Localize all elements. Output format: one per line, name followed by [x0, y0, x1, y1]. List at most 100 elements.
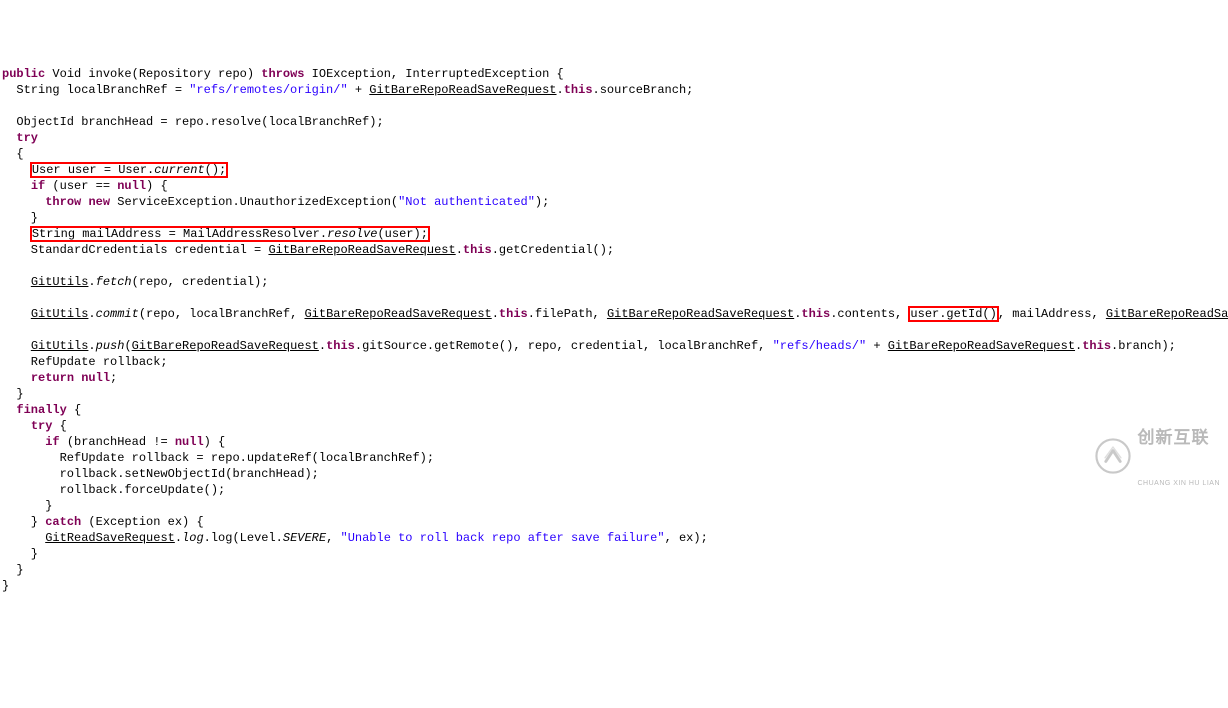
logo-text-pinyin: CHUANG XIN HU LIAN [1137, 480, 1220, 487]
text: } [2, 211, 38, 225]
text: { [52, 419, 66, 433]
text: (user == [45, 179, 117, 193]
text: IOException, InterruptedException { [304, 67, 563, 81]
text: { [2, 147, 24, 161]
keyword-new: new [88, 195, 110, 209]
keyword-this: this [463, 243, 492, 257]
keyword-null: null [81, 371, 110, 385]
text: String mailAddress = MailAddressResolver… [32, 227, 327, 241]
keyword-this: this [326, 339, 355, 353]
indent [2, 531, 45, 545]
text: Void invoke(Repository repo) [45, 67, 261, 81]
watermark-logo: 创新互联 CHUANG XIN HU LIAN [1078, 397, 1220, 519]
text: . [319, 339, 326, 353]
keyword-finally: finally [16, 403, 66, 417]
text: .sourceBranch; [593, 83, 694, 97]
keyword-null: null [175, 435, 204, 449]
string-literal: "refs/heads/" [773, 339, 867, 353]
class-ref: GitBareRepoReadSaveRequest [268, 243, 455, 257]
text: user.getId() [910, 307, 996, 321]
text: } [2, 579, 9, 593]
indent [2, 403, 16, 417]
indent [2, 371, 31, 385]
keyword-throws: throws [261, 67, 304, 81]
keyword-throw: throw [45, 195, 81, 209]
indent [2, 275, 31, 289]
keyword-if: if [45, 435, 59, 449]
text: (repo, credential); [132, 275, 269, 289]
text: . [88, 275, 95, 289]
text: (user); [377, 227, 427, 241]
static-call: resolve [327, 227, 377, 241]
class-ref: GitUtils [31, 339, 89, 353]
text: . [88, 307, 95, 321]
class-ref: GitBareRepoReadSaveRequest [304, 307, 491, 321]
keyword-this: this [564, 83, 593, 97]
indent [2, 179, 31, 193]
text: } [2, 499, 52, 513]
text: .branch); [1111, 339, 1176, 353]
keyword-try: try [31, 419, 53, 433]
text: . [492, 307, 499, 321]
text: ) { [146, 179, 168, 193]
highlighted-user-current: User user = User.current(); [31, 163, 227, 177]
text: . [175, 531, 182, 545]
static-call: current [154, 163, 204, 177]
text: User user = User. [32, 163, 154, 177]
text: (repo, localBranchRef, [139, 307, 305, 321]
string-literal: "Unable to roll back repo after save fai… [341, 531, 665, 545]
static-call: commit [96, 307, 139, 321]
text: ); [535, 195, 549, 209]
text: , ex); [665, 531, 708, 545]
indent [2, 435, 45, 449]
logo-icon [1078, 422, 1132, 494]
text: ObjectId branchHead = repo.resolve(local… [2, 115, 384, 129]
static-field: SEVERE [283, 531, 326, 545]
text: , mailAddress, [998, 307, 1106, 321]
text: ServiceException.UnauthorizedException( [110, 195, 398, 209]
class-ref: GitBareRepoReadSaveRequest [888, 339, 1075, 353]
keyword-public: public [2, 67, 45, 81]
indent [2, 419, 31, 433]
text: } [2, 387, 24, 401]
text: , [326, 531, 340, 545]
text: .contents, [830, 307, 909, 321]
class-ref: GitUtils [31, 275, 89, 289]
static-call: push [96, 339, 125, 353]
text: (branchHead != [60, 435, 175, 449]
text: ) { [204, 435, 226, 449]
text: { [67, 403, 81, 417]
text: .log(Level. [204, 531, 283, 545]
text: . [557, 83, 564, 97]
text: . [88, 339, 95, 353]
text: String localBranchRef = [2, 83, 189, 97]
class-ref: GitReadSaveRequest [45, 531, 175, 545]
text: } [2, 563, 24, 577]
class-ref: GitBareRepoReadSaveRequest [132, 339, 319, 353]
keyword-return: return [31, 371, 74, 385]
logo-text-cn: 创新互联 [1137, 429, 1220, 446]
text: .gitSource.getRemote(), repo, credential… [355, 339, 773, 353]
indent [2, 339, 31, 353]
string-literal: "Not authenticated" [398, 195, 535, 209]
text: + [348, 83, 370, 97]
indent [2, 131, 16, 145]
text: RefUpdate rollback; [2, 355, 168, 369]
keyword-null: null [117, 179, 146, 193]
indent [2, 163, 31, 177]
class-ref: GitUtils [31, 307, 89, 321]
keyword-this: this [801, 307, 830, 321]
indent [2, 307, 31, 321]
indent [2, 227, 31, 241]
text: rollback.forceUpdate(); [2, 483, 225, 497]
text: RefUpdate rollback = repo.updateRef(loca… [2, 451, 434, 465]
class-ref: GitBareRepoReadSaveRequest [369, 83, 556, 97]
text: ; [110, 371, 117, 385]
text: .filePath, [528, 307, 607, 321]
keyword-this: this [1082, 339, 1111, 353]
keyword-try: try [16, 131, 38, 145]
text: rollback.setNewObjectId(branchHead); [2, 467, 319, 481]
static-field: log [182, 531, 204, 545]
text: . [456, 243, 463, 257]
indent [2, 195, 45, 209]
